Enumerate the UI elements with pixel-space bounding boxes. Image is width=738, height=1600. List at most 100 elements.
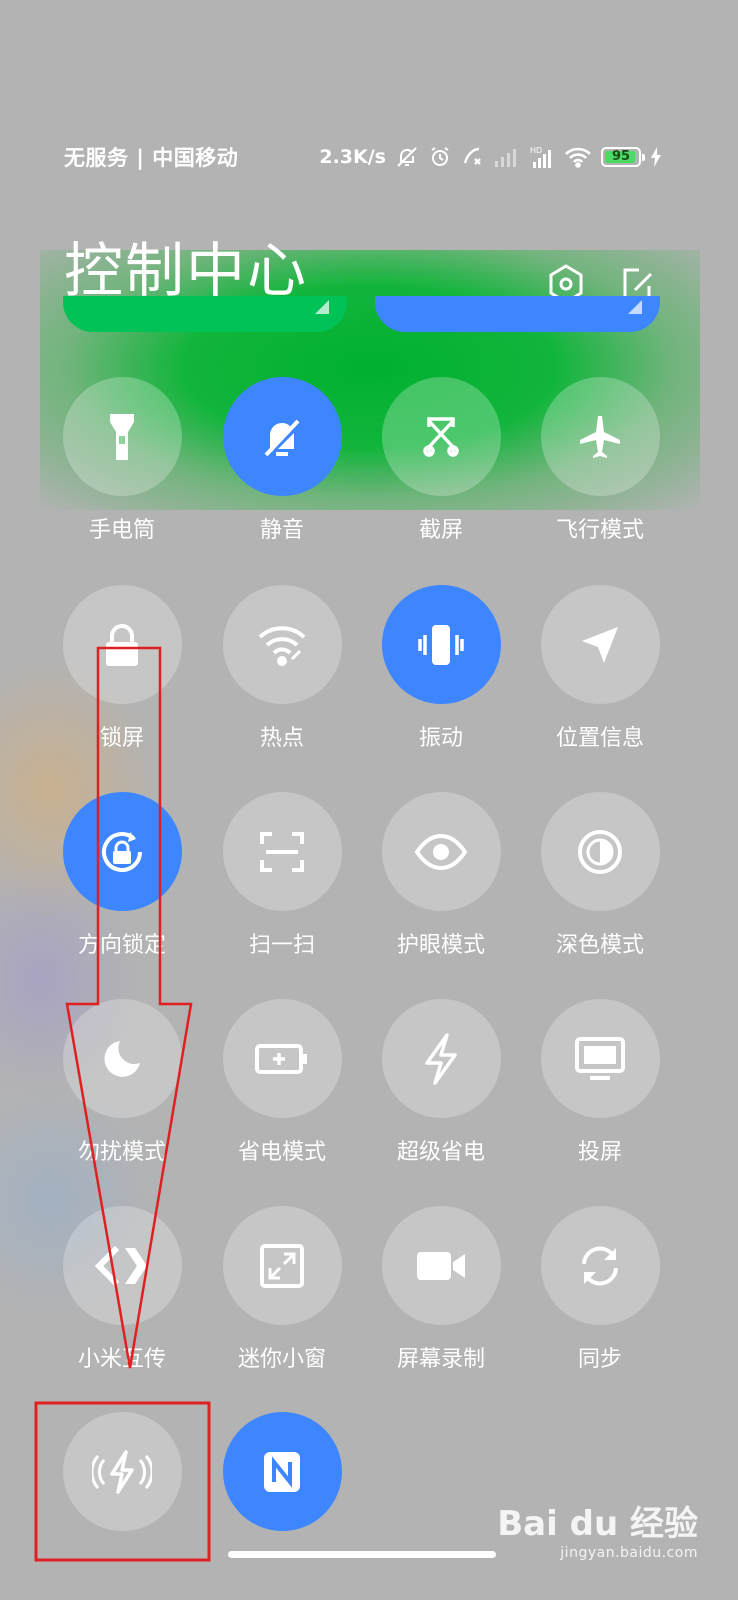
hotspot-icon [258,625,306,666]
moon-icon [104,1040,140,1077]
tile-button[interactable] [381,792,501,911]
tile-label: 方向锁定 [77,933,166,958]
battery-saver-icon [255,1043,307,1074]
flashlight-icon [110,413,134,460]
tile-button[interactable] [381,999,501,1118]
eye-icon [415,833,467,870]
tile-button[interactable] [381,585,501,704]
tile-rotation-lock[interactable]: 方向锁定 [42,792,202,959]
video-icon [417,1251,465,1280]
tile-label: 截屏 [418,518,463,543]
tile-label: 扫一扫 [248,933,315,958]
tile-screenshot[interactable]: 截屏 [361,377,521,544]
tile-label: 振动 [418,726,463,751]
lock-icon [106,623,138,666]
tile-screen-record[interactable]: 屏幕录制 [361,1206,521,1373]
tile-button[interactable] [222,1412,342,1531]
tile-dnd[interactable]: 勿扰模式 [42,999,202,1166]
tile-button[interactable] [540,999,660,1118]
bolt-icon [425,1032,457,1085]
screenshot-icon [423,416,459,457]
scan-icon [260,831,304,872]
tile-vibrate[interactable]: 振动 [361,585,521,752]
watermark: Bai du 经验 jingyan.baidu.com [497,1496,698,1561]
tile-label: 迷你小窗 [237,1347,326,1372]
tile-label: 锁屏 [99,726,144,751]
tile-button[interactable] [62,377,182,496]
tile-label: 屏幕录制 [396,1347,485,1372]
signal-icon [495,149,516,167]
tile-flashlight[interactable]: 手电筒 [42,377,202,544]
tile-mute[interactable]: 静音 [202,377,362,544]
vibrate-icon [418,624,464,665]
tile-scan[interactable]: 扫一扫 [202,792,362,959]
tile-button[interactable] [222,585,342,704]
dark-mode-icon [578,829,622,874]
tile-label: 深色模式 [555,933,644,958]
tile-label: 飞行模式 [555,518,644,543]
call-icon [463,147,481,165]
tile-label: 手电筒 [88,518,155,543]
tile-sync[interactable]: 同步 [520,1206,680,1373]
tile-location[interactable]: 位置信息 [520,585,680,752]
status-bar: 无服务 | 中国移动 2.3K/s HD 95 [64,142,662,172]
location-icon [582,626,618,663]
tile-button[interactable] [62,585,182,704]
tile-button[interactable] [381,377,501,496]
tile-power-saver[interactable]: 省电模式 [202,999,362,1166]
tile-button[interactable] [62,1206,182,1325]
tile-eye-care[interactable]: 护眼模式 [361,792,521,959]
tile-mini-window[interactable]: 迷你小窗 [202,1206,362,1373]
tile-label: 省电模式 [237,1140,326,1165]
tile-button[interactable] [62,1412,182,1531]
tile-label: 位置信息 [555,726,644,751]
tile-label: 热点 [259,726,304,751]
tile-button[interactable] [222,377,342,496]
tile-button[interactable] [222,1206,342,1325]
tile-label: 小米互传 [77,1347,166,1372]
tile-dark-mode[interactable]: 深色模式 [520,792,680,959]
tile-button[interactable] [62,999,182,1118]
cast-screen-icon [575,1036,625,1080]
brightness-slider[interactable] [63,296,347,332]
watermark-url: jingyan.baidu.com [560,1545,698,1561]
tile-button[interactable] [540,585,660,704]
network-speed: 2.3K/s [319,146,386,168]
wifi-icon [565,147,591,168]
tile-button[interactable] [62,792,182,911]
alarm-icon [431,147,449,166]
mi-share-icon [95,1245,147,1286]
tile-cast[interactable]: 投屏 [520,999,680,1166]
tile-label: 勿扰模式 [77,1140,166,1165]
tile-button[interactable] [540,377,660,496]
rotation-lock-icon [102,831,142,872]
tile-button[interactable] [381,1206,501,1325]
battery-level: 95 [611,149,631,164]
home-indicator[interactable] [228,1551,496,1558]
svg-text:HD: HD [530,146,542,155]
sync-icon [582,1246,618,1285]
airplane-icon [580,415,620,458]
tile-button[interactable] [540,1206,660,1325]
tile-airplane[interactable]: 飞行模式 [520,377,680,544]
tile-button[interactable] [540,792,660,911]
hd-signal-icon: HD [530,146,551,168]
tile-ultra-saver[interactable]: 超级省电 [361,999,521,1166]
carrier-text: 无服务 | 中国移动 [64,146,239,170]
tile-lock-screen[interactable]: 锁屏 [42,585,202,752]
volume-slider[interactable] [375,296,660,332]
tile-wireless-charge[interactable] [42,1412,202,1547]
tile-label: 静音 [259,518,304,543]
tile-button[interactable] [222,792,342,911]
battery-icon: 95 [601,147,645,167]
tile-mi-share[interactable]: 小米互传 [42,1206,202,1373]
tile-button[interactable] [222,999,342,1118]
mute-bell-icon [397,147,417,167]
tile-hotspot[interactable]: 热点 [202,585,362,752]
charging-icon [651,147,661,167]
tile-label: 投屏 [577,1140,622,1165]
tile-label: 超级省电 [396,1140,485,1165]
tile-nfc[interactable] [202,1412,362,1547]
watermark-brand: Bai du 经验 [497,1504,698,1544]
mini-window-icon [260,1243,304,1288]
